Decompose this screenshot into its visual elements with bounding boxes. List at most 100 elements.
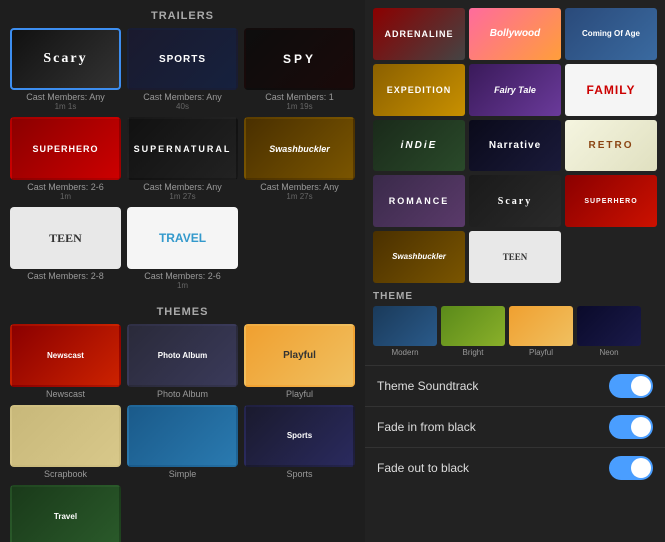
theme-travel-thumb: Travel — [10, 485, 121, 542]
theme-simple-label: Simple — [169, 469, 197, 479]
trailer-sports-label: Cast Members: Any — [143, 92, 222, 102]
theme-modern[interactable]: Modern — [373, 306, 437, 357]
theme-sports[interactable]: Sports Sports — [244, 405, 355, 479]
trailer-sports-thumb: SPORTS — [127, 28, 238, 90]
right-trailer-teen[interactable]: TEEN — [469, 231, 561, 283]
right-trailer-romance[interactable]: ROMANCE — [373, 175, 465, 227]
trailer-scary-sublabel: 1m 1s — [55, 102, 77, 111]
theme-photoalbum-thumb: Photo Album — [127, 324, 238, 386]
right-trailer-swashbuckler-thumb: Swashbuckler — [373, 231, 465, 283]
themes-grid: Newscast Newscast Photo Album Photo Albu… — [0, 324, 365, 542]
toggle-fadein-switch[interactable] — [609, 415, 653, 439]
theme-bright[interactable]: Bright — [441, 306, 505, 357]
trailer-sports-sublabel: 40s — [176, 102, 189, 111]
trailer-spy[interactable]: SPY Cast Members: 1 1m 19s — [244, 28, 355, 111]
right-trailer-adrenaline[interactable]: ADRENALINE — [373, 8, 465, 60]
right-trailer-comingofage[interactable]: Coming Of Age — [565, 8, 657, 60]
theme-playful-right-label: Playful — [529, 348, 553, 357]
right-trailer-scary[interactable]: Scary — [469, 175, 561, 227]
trailer-superhero[interactable]: SUPERHERO Cast Members: 2-6 1m — [10, 117, 121, 200]
trailer-spy-sublabel: 1m 19s — [286, 102, 312, 111]
trailer-travel-thumb: TRAVEL — [127, 207, 238, 269]
theme-scrapbook[interactable]: Scrapbook — [10, 405, 121, 479]
right-trailer-retro[interactable]: RETRO — [565, 120, 657, 172]
right-trailer-empty-thumb — [565, 231, 657, 283]
right-trailer-family[interactable]: FAMILY — [565, 64, 657, 116]
right-trailer-bollywood-thumb: Bollywood — [469, 8, 561, 60]
toggle-soundtrack-row: Theme Soundtrack — [365, 365, 665, 406]
theme-newscast-thumb: Newscast — [10, 324, 121, 386]
themes-header: THEMES — [0, 296, 365, 324]
right-trailer-bollywood[interactable]: Bollywood — [469, 8, 561, 60]
theme-playful-right-thumb — [509, 306, 573, 346]
toggle-fadein-label: Fade in from black — [377, 420, 476, 434]
left-panel: TRAILERS Scary Cast Members: Any 1m 1s S… — [0, 0, 365, 542]
trailer-supernatural-sublabel: 1m 27s — [169, 192, 195, 201]
right-trailer-fairytale[interactable]: Fairy Tale — [469, 64, 561, 116]
trailer-scary-label: Cast Members: Any — [26, 92, 105, 102]
trailer-travel[interactable]: TRAVEL Cast Members: 2-6 1m — [127, 207, 238, 290]
right-trailer-expedition[interactable]: EXPEDITION — [373, 64, 465, 116]
trailer-superhero-sublabel: 1m — [60, 192, 71, 201]
right-trailer-grid: ADRENALINE Bollywood Coming Of Age EXPED… — [365, 0, 665, 287]
trailer-superhero-thumb: SUPERHERO — [10, 117, 121, 179]
trailer-travel-label: Cast Members: 2-6 — [144, 271, 221, 281]
right-trailer-narrative[interactable]: Narrative — [469, 120, 561, 172]
toggle-soundtrack-label: Theme Soundtrack — [377, 379, 478, 393]
toggle-fadein-row: Fade in from black — [365, 406, 665, 447]
trailer-supernatural[interactable]: SUPERNATURAL Cast Members: Any 1m 27s — [127, 117, 238, 200]
theme-photoalbum-label: Photo Album — [157, 389, 208, 399]
right-trailer-scary-thumb: Scary — [469, 175, 561, 227]
trailer-swashbuckler-label: Cast Members: Any — [260, 182, 339, 192]
right-trailer-superhero-thumb: SUPERHERO — [565, 175, 657, 227]
trailer-scary[interactable]: Scary Cast Members: Any 1m 1s — [10, 28, 121, 111]
trailer-superhero-label: Cast Members: 2-6 — [27, 182, 104, 192]
trailers-grid: Scary Cast Members: Any 1m 1s SPORTS Cas… — [0, 28, 365, 296]
theme-newscast[interactable]: Newscast Newscast — [10, 324, 121, 398]
trailer-travel-sublabel: 1m — [177, 281, 188, 290]
trailer-teen-label: Cast Members: 2-8 — [27, 271, 104, 281]
toggle-fadeout-switch[interactable] — [609, 456, 653, 480]
trailers-header: TRAILERS — [0, 0, 365, 28]
theme-neon-label: Neon — [599, 348, 618, 357]
theme-playful[interactable]: Playful Playful — [244, 324, 355, 398]
toggle-soundtrack-switch[interactable] — [609, 374, 653, 398]
right-trailer-romance-thumb: ROMANCE — [373, 175, 465, 227]
theme-simple[interactable]: Simple — [127, 405, 238, 479]
right-trailer-teen-thumb: TEEN — [469, 231, 561, 283]
toggle-fadeout-label: Fade out to black — [377, 461, 469, 475]
trailer-supernatural-thumb: SUPERNATURAL — [127, 117, 238, 179]
right-trailer-fairytale-thumb: Fairy Tale — [469, 64, 561, 116]
theme-playful-label: Playful — [286, 389, 313, 399]
theme-bright-thumb — [441, 306, 505, 346]
toggle-fadeout-row: Fade out to black — [365, 447, 665, 488]
right-trailer-empty — [565, 231, 657, 283]
trailer-teen[interactable]: TEEN Cast Members: 2-8 — [10, 207, 121, 290]
trailer-swashbuckler[interactable]: Swashbuckler Cast Members: Any 1m 27s — [244, 117, 355, 200]
right-trailer-retro-thumb: RETRO — [565, 120, 657, 172]
toggle-section: Theme Soundtrack Fade in from black Fade… — [365, 361, 665, 542]
theme-modern-label: Modern — [391, 348, 418, 357]
theme-playful-right[interactable]: Playful — [509, 306, 573, 357]
right-trailer-adrenaline-thumb: ADRENALINE — [373, 8, 465, 60]
right-trailer-swashbuckler[interactable]: Swashbuckler — [373, 231, 465, 283]
right-trailer-indie-thumb: iNDiE — [373, 120, 465, 172]
trailer-spy-label: Cast Members: 1 — [265, 92, 334, 102]
theme-scrapbook-thumb — [10, 405, 121, 467]
trailer-supernatural-label: Cast Members: Any — [143, 182, 222, 192]
theme-newscast-label: Newscast — [46, 389, 85, 399]
theme-neon[interactable]: Neon — [577, 306, 641, 357]
theme-sports-label: Sports — [286, 469, 312, 479]
theme-travel[interactable]: Travel Travel — [10, 485, 121, 542]
right-trailer-family-thumb: FAMILY — [565, 64, 657, 116]
right-trailer-indie[interactable]: iNDiE — [373, 120, 465, 172]
theme-photoalbum[interactable]: Photo Album Photo Album — [127, 324, 238, 398]
trailer-swashbuckler-thumb: Swashbuckler — [244, 117, 355, 179]
right-trailer-superhero[interactable]: SUPERHERO — [565, 175, 657, 227]
trailer-scary-thumb: Scary — [10, 28, 121, 90]
trailer-spy-thumb: SPY — [244, 28, 355, 90]
theme-sports-thumb: Sports — [244, 405, 355, 467]
trailer-sports[interactable]: SPORTS Cast Members: Any 40s — [127, 28, 238, 111]
trailer-teen-thumb: TEEN — [10, 207, 121, 269]
trailer-swashbuckler-sublabel: 1m 27s — [286, 192, 312, 201]
